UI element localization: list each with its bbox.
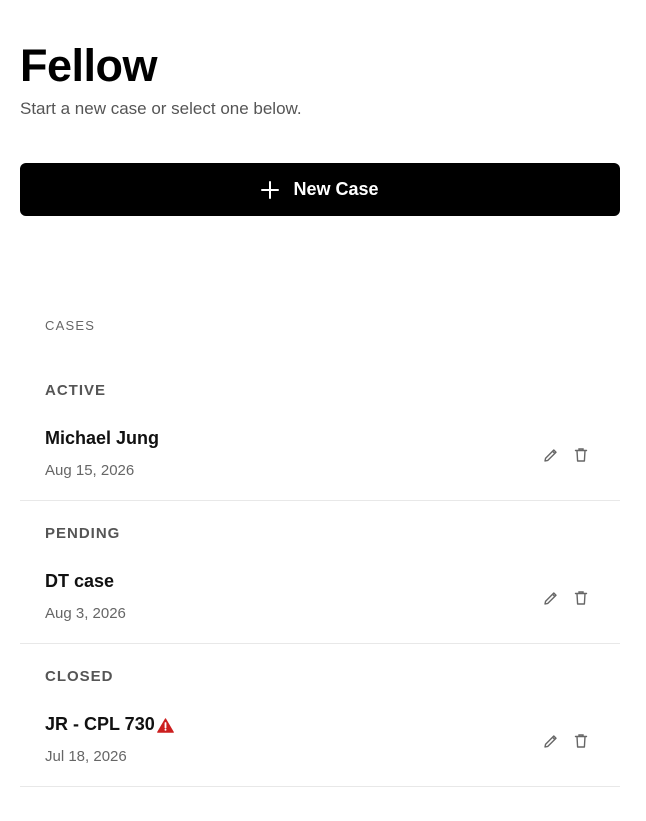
row-actions bbox=[542, 589, 590, 607]
new-case-button[interactable]: New Case bbox=[20, 163, 620, 216]
case-group-active: ACTIVE Michael Jung Aug 15, 2026 bbox=[20, 357, 620, 501]
app-subtitle: Start a new case or select one below. bbox=[20, 99, 302, 118]
group-label-pending: PENDING bbox=[45, 525, 121, 542]
pencil-icon[interactable] bbox=[542, 732, 560, 750]
case-date: Aug 15, 2026 bbox=[45, 462, 135, 479]
new-case-label: New Case bbox=[293, 179, 379, 199]
row-actions bbox=[542, 732, 590, 750]
case-name[interactable]: DT case bbox=[45, 571, 114, 592]
case-group-closed: CLOSED JR - CPL 730 Jul 18, 2026 bbox=[20, 643, 620, 787]
case-name: JR - CPL 730 bbox=[45, 714, 155, 734]
case-name[interactable]: Michael Jung bbox=[45, 428, 159, 449]
pencil-icon[interactable] bbox=[542, 589, 560, 607]
trash-icon[interactable] bbox=[572, 446, 590, 464]
case-date: Aug 3, 2026 bbox=[45, 605, 126, 622]
case-name-row[interactable]: JR - CPL 730 bbox=[45, 714, 174, 735]
group-label-active: ACTIVE bbox=[45, 382, 107, 399]
case-date: Jul 18, 2026 bbox=[45, 748, 127, 765]
cases-heading: CASES bbox=[45, 318, 96, 333]
group-label-closed: CLOSED bbox=[45, 668, 114, 685]
trash-icon[interactable] bbox=[572, 589, 590, 607]
trash-icon[interactable] bbox=[572, 732, 590, 750]
page: Fellow Start a new case or select one be… bbox=[0, 0, 646, 821]
warning-icon bbox=[156, 717, 174, 733]
pencil-icon[interactable] bbox=[542, 446, 560, 464]
plus-icon bbox=[261, 180, 280, 199]
app-title: Fellow bbox=[20, 40, 158, 91]
row-actions bbox=[542, 446, 590, 464]
case-group-pending: PENDING DT case Aug 3, 2026 bbox=[20, 500, 620, 644]
